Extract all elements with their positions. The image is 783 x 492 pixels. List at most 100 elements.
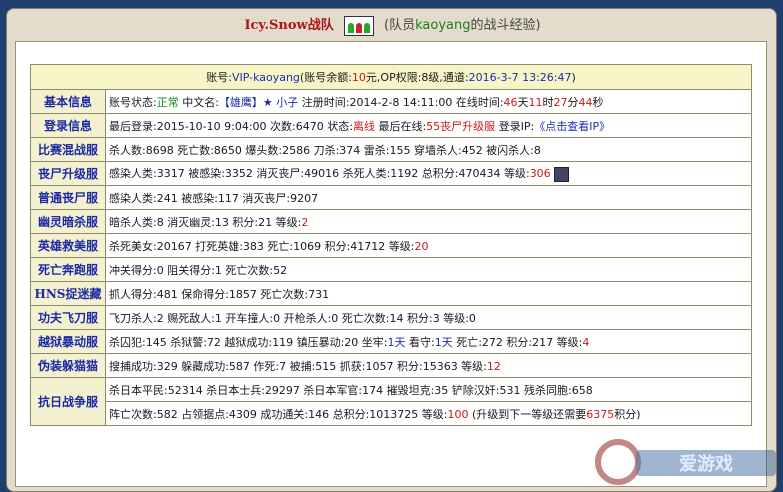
online-time-label: 在线时间:: [452, 95, 504, 109]
row-label-zombie-up: 丧尸升级服: [30, 161, 106, 186]
row-hero-info: 杀死美女:20167 打死英雄:383 死亡:1069 积分:41712 等级:…: [105, 233, 752, 258]
account-cell: 账号:VIP-kaoyang(账号余额:10元,OP权限:8级,通道:2016-…: [30, 64, 752, 90]
row-label-jail: 越狱暴动服: [30, 329, 106, 354]
guard-label: 看守:: [405, 335, 435, 349]
table-row: 幽灵暗杀服 暗杀人类:8 消灭幽灵:13 积分:21 等级:2: [30, 209, 752, 234]
row-label-hns: HNS捉迷藏: [30, 281, 106, 306]
row-hide-info: 搜捕成功:329 躲藏成功:587 作死:7 被捕:515 抓获:1057 积分…: [105, 353, 752, 378]
row-label-hide: 伪装躲猫猫: [30, 353, 106, 378]
hide-level: 12: [486, 359, 501, 373]
guard-days: 1天: [434, 335, 453, 349]
member-name: kaoyang: [415, 18, 471, 33]
balance-label: (账号余额:: [299, 71, 352, 84]
ghost-level: 2: [301, 215, 309, 229]
reg-time-label: 注册时间:: [298, 95, 350, 109]
row-label-hero: 英雄救美服: [30, 233, 106, 258]
cn-name-label: 中文名:: [178, 95, 219, 109]
war-stats: 阵亡次数:582 占领据点:4309 成功通关:146 总积分:1013725 …: [109, 407, 448, 421]
hours-unit: 时: [542, 95, 554, 109]
account-label: 账号:: [206, 71, 232, 84]
member-suffix: 的战斗经验): [470, 18, 541, 33]
login-count: 6470: [295, 119, 324, 133]
table-row: HNS捉迷藏 抓人得分:481 保命得分:1857 死亡次数:731: [30, 281, 752, 306]
hero-stats: 杀死美女:20167 打死英雄:383 死亡:1069 积分:41712 等级:: [109, 239, 415, 253]
table-row: 基本信息 账号状态:正常 中文名:【雄鹰】★ 小子 注册时间:2014-2-8 …: [30, 89, 752, 114]
row-label-kungfu: 功夫飞刀服: [30, 305, 106, 330]
last-login: 2015-10-10 9:04:00: [156, 119, 267, 133]
minutes-unit: 分: [567, 95, 579, 109]
count-label: 次数:: [266, 119, 296, 133]
row-kungfu-info: 飞刀杀人:2 赐死敌人:1 开车撞人:0 开枪杀人:0 死亡次数:14 积分:3…: [105, 305, 752, 330]
row-login-info: 最后登录:2015-10-10 9:04:00 次数:6470 状态:离线 最后…: [105, 113, 752, 138]
op-level: 8级,: [421, 71, 443, 84]
account-close: ): [571, 71, 576, 84]
war-next-label: (升级到下一等级还需要: [468, 407, 587, 421]
watermark-logo: 爱游戏: [595, 439, 776, 485]
war-need-points: 6375: [586, 407, 615, 421]
watermark-text: 爱游戏: [679, 453, 733, 475]
row-label-run: 死亡奔跑服: [30, 257, 106, 282]
hero-level: 20: [414, 239, 429, 253]
row-basic-info: 账号状态:正常 中文名:【雄鹰】★ 小子 注册时间:2014-2-8 14:11…: [105, 89, 752, 114]
channel-label: 通道:: [442, 71, 469, 84]
team-mascot-icon: [343, 15, 374, 36]
ip-label: 登录IP:: [495, 119, 535, 133]
online-hours: 11: [528, 95, 543, 109]
balance-value: 10: [351, 71, 366, 84]
seconds-unit: 秒: [592, 95, 604, 109]
jail-stats: 杀囚犯:145 杀狱警:72 越狱成功:119 镇压暴动:20 坐牢:: [109, 335, 388, 349]
table-row: 功夫飞刀服 飞刀杀人:2 赐死敌人:1 开车撞人:0 开枪杀人:0 死亡次数:1…: [30, 305, 752, 330]
title-bar: Icy.Snow战队 (队员kaoyang的战斗经验): [7, 9, 778, 43]
table-row: 阵亡次数:582 占领据点:4309 成功通关:146 总积分:1013725 …: [31, 401, 752, 426]
reg-time: 2014-2-8 14:11:00: [349, 95, 453, 109]
row-label-mixed: 比赛混战服: [30, 137, 106, 162]
row-label-login: 登录信息: [30, 113, 106, 138]
table-row: 死亡奔跑服 冲关得分:0 阻关得分:1 死亡次数:52: [30, 257, 752, 282]
cn-name: 【雄鹰】★ 小子: [218, 95, 299, 109]
zombie-up-stats: 感染人类:3317 被感染:3352 消灭丧尸:49016 杀死人类:1192 …: [109, 167, 530, 181]
jail-days: 1天: [387, 335, 406, 349]
row-label-ghost: 幽灵暗杀服: [30, 209, 106, 234]
level-badge-icon: [553, 166, 569, 182]
op-label: OP权限:: [380, 71, 422, 84]
jail-level: 4: [582, 335, 590, 349]
main-frame: Icy.Snow战队 (队员kaoyang的战斗经验) 账号:VIP-kaoya…: [6, 8, 777, 492]
row-label-war: 抗日战争服: [30, 377, 106, 426]
row-run-info: 冲关得分:0 阻关得分:1 死亡次数:52: [105, 257, 752, 282]
row-label-basic: 基本信息: [30, 89, 106, 114]
table-row: 越狱暴动服 杀囚犯:145 杀狱警:72 越狱成功:119 镇压暴动:20 坐牢…: [30, 329, 752, 354]
team-name: Icy.Snow: [244, 18, 308, 33]
war-level: 100: [447, 407, 469, 421]
login-status: 离线: [352, 119, 375, 133]
view-ip-link[interactable]: 《点击查看IP》: [534, 120, 610, 133]
stats-table: 账号:VIP-kaoyang(账号余额:10元,OP权限:8级,通道:2016-…: [30, 64, 752, 426]
row-jail-info: 杀囚犯:145 杀狱警:72 越狱成功:119 镇压暴动:20 坐牢:1天 看守…: [105, 329, 752, 354]
watermark-ring-icon: [595, 439, 641, 485]
last-online: 55丧尸升级服: [426, 119, 496, 133]
team-suffix: 战队: [307, 18, 334, 33]
table-row: 普通丧尸服 感染人类:241 被感染:117 消灭丧尸:9207: [30, 185, 752, 210]
row-label-zombie: 普通丧尸服: [30, 185, 106, 210]
zombie-up-level: 306: [529, 167, 551, 181]
days-unit: 天: [517, 95, 529, 109]
hide-stats: 搜捕成功:329 躲藏成功:587 作死:7 被捕:515 抓获:1057 积分…: [109, 359, 487, 373]
login-status-label: 状态:: [323, 119, 353, 133]
table-row: 英雄救美服 杀死美女:20167 打死英雄:383 死亡:1069 积分:417…: [30, 233, 752, 258]
row-ghost-info: 暗杀人类:8 消灭幽灵:13 积分:21 等级:2: [105, 209, 752, 234]
balance-unit: 元,: [365, 71, 381, 84]
channel-time: 2016-3-7 13:26:47: [468, 71, 572, 84]
member-prefix: (队员: [384, 18, 416, 33]
account-row: 账号:VIP-kaoyang(账号余额:10元,OP权限:8级,通道:2016-…: [30, 64, 752, 90]
table-row: 抗日战争服 杀日本平民:52314 杀日本士兵:29297 杀日本军官:174 …: [30, 377, 752, 426]
account-name: VIP-kaoyang: [231, 71, 300, 84]
table-row: 丧尸升级服 感染人类:3317 被感染:3352 消灭丧尸:49016 杀死人类…: [30, 161, 752, 186]
row-hns-info: 抓人得分:481 保命得分:1857 死亡次数:731: [105, 281, 752, 306]
row-war-info-2: 阵亡次数:582 占领据点:4309 成功通关:146 总积分:1013725 …: [105, 401, 752, 426]
table-row: 伪装躲猫猫 搜捕成功:329 躲藏成功:587 作死:7 被捕:515 抓获:1…: [30, 353, 752, 378]
table-row: 比赛混战服 杀人数:8698 死亡数:8650 爆头数:2586 刀杀:374 …: [30, 137, 752, 162]
war-points-unit: 积分): [614, 407, 641, 421]
account-status: 正常: [156, 95, 179, 109]
status-label: 账号状态:: [109, 95, 157, 109]
ghost-stats: 暗杀人类:8 消灭幽灵:13 积分:21 等级:: [109, 215, 302, 229]
jail-stats-2: 死亡:272 积分:217 等级:: [452, 335, 583, 349]
